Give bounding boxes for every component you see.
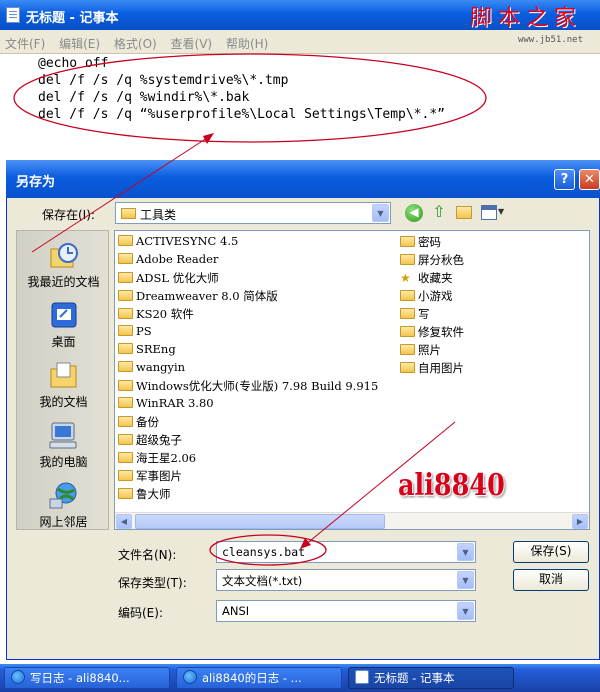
annotation-arrow <box>304 421 456 546</box>
code-highlight-ellipse <box>13 53 487 143</box>
taskbar-item-label: 写日志 - ali8840... <box>30 671 130 685</box>
taskbar-item-label: ali8840的日志 - ... <box>202 671 302 685</box>
browser-icon <box>11 670 25 684</box>
annotation-overlay <box>13 53 487 566</box>
taskbar: 写日志 - ali8840... ali8840的日志 - ... 无标题 - … <box>0 664 600 692</box>
taskbar-item[interactable]: ali8840的日志 - ... <box>176 667 342 689</box>
annotation-arrow <box>31 135 211 253</box>
notepad-icon <box>355 670 369 684</box>
taskbar-item-label: 无标题 - 记事本 <box>374 671 455 685</box>
annotation-arrowhead <box>203 133 214 144</box>
taskbar-item[interactable]: 写日志 - ali8840... <box>4 667 170 689</box>
browser-icon <box>183 670 197 684</box>
filename-highlight-ellipse <box>209 534 327 566</box>
taskbar-item-active[interactable]: 无标题 - 记事本 <box>348 667 514 689</box>
